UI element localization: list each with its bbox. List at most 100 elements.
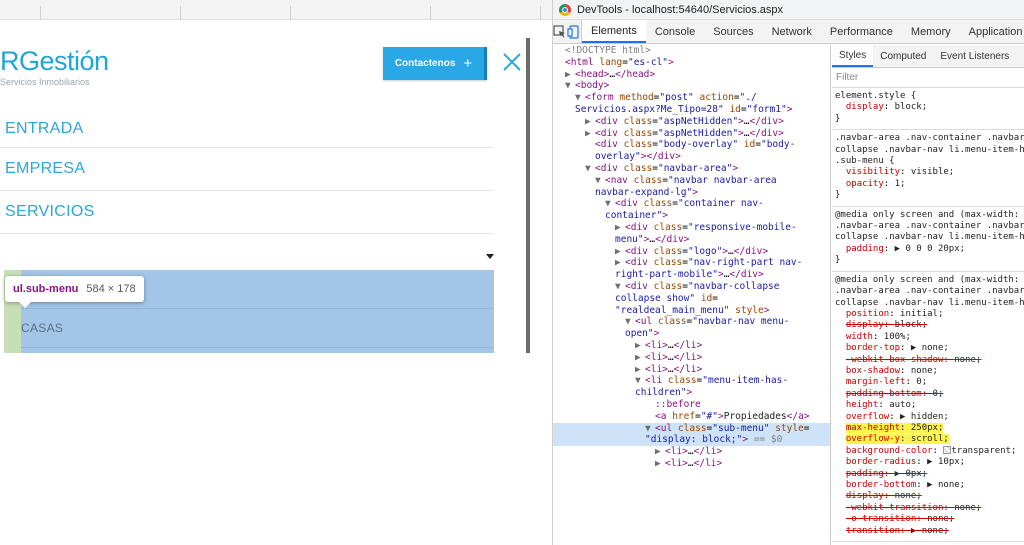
collapse-arrow-icon[interactable]: ▶	[585, 128, 595, 140]
menu-item-servicios[interactable]: SERVICIOS	[0, 191, 494, 234]
collapse-arrow-icon[interactable]: ▶	[585, 116, 595, 128]
dom-node[interactable]: ▼ <div class="container nav- container">	[553, 198, 830, 222]
collapse-arrow-icon[interactable]: ▶	[615, 257, 625, 269]
dom-node-markup: <form method="post" action="./ Servicios…	[575, 92, 793, 115]
expand-arrow-icon[interactable]: ▼	[585, 163, 595, 175]
ruler-tick	[180, 6, 181, 20]
menu-item-entrada[interactable]: ENTRADA	[0, 110, 494, 148]
collapse-arrow-icon[interactable]: ▶	[635, 340, 645, 352]
page-viewport: RGestión Servicios Inmobiliarios Contact…	[0, 0, 552, 545]
style-rules-list: element.style { display: block; } .navbar…	[832, 88, 1024, 543]
expand-arrow-icon[interactable]: ▼	[625, 316, 635, 328]
tab-console[interactable]: Console	[646, 20, 704, 43]
collapse-arrow-icon[interactable]: ▶	[655, 446, 665, 458]
dom-node[interactable]: <a href="#">Propiedades</a>	[553, 411, 830, 423]
device-toolbar-icon[interactable]	[567, 20, 582, 43]
dom-node[interactable]: ▼ <div class="navbar-collapse collapse sh…	[553, 281, 830, 316]
dom-node[interactable]: ▶ <div class="nav-right-part nav- right-p…	[553, 257, 830, 281]
expand-arrow-icon[interactable]: ▼	[605, 198, 615, 210]
contact-button[interactable]: Contactenos +	[383, 47, 487, 80]
dom-node[interactable]: ▼ <li class="menu-item-has- children">	[553, 375, 830, 399]
styles-panel: Styles Computed Event Listeners Filter e…	[832, 45, 1024, 545]
collapse-arrow-icon[interactable]: ▶	[635, 352, 645, 364]
dom-node[interactable]: ▶ <div class="logo">…</div>	[553, 246, 830, 258]
tab-elements[interactable]: Elements	[582, 20, 646, 43]
dom-node[interactable]: ::before	[553, 399, 830, 411]
dom-node-markup: <li>…</li>	[645, 363, 703, 375]
devtools-titlebar: DevTools - localhost:54640/Servicios.asp…	[553, 0, 1024, 20]
screen: RGestión Servicios Inmobiliarios Contact…	[0, 0, 1024, 545]
css-rule[interactable]: .navbar-area .nav-container .navbar- col…	[832, 130, 1024, 207]
tab-network[interactable]: Network	[763, 20, 821, 43]
dom-node-markup: <div class="responsive-mobile- menu">…</…	[615, 221, 797, 245]
styles-filter-input[interactable]: Filter	[832, 68, 1024, 88]
tab-performance[interactable]: Performance	[821, 20, 902, 43]
dom-node-markup: <ul class="sub-menu" style= "display: bl…	[645, 422, 810, 446]
dom-node-markup: <li class="menu-item-has- children">	[635, 375, 789, 399]
tab-application[interactable]: Application	[960, 20, 1024, 43]
dom-node[interactable]: ▼ <nav class="navbar navbar-area navbar-e…	[553, 175, 830, 199]
menu-item-propiedades[interactable]	[0, 240, 494, 270]
inspect-element-icon[interactable]	[553, 20, 567, 43]
dom-node[interactable]: ▶ <li>…</li>	[553, 352, 830, 364]
menu-item-empresa[interactable]: EMPRESA	[0, 148, 494, 191]
logo[interactable]: RGestión Servicios Inmobiliarios	[0, 46, 130, 88]
dom-node[interactable]: <!DOCTYPE html>	[553, 45, 830, 57]
inspect-tooltip: ul.sub-menu 584 × 178	[5, 276, 144, 308]
css-rule[interactable]: @media only screen and (max-width: 991px…	[832, 207, 1024, 272]
css-rule[interactable]: @media only screen and (max-width: 991px…	[832, 272, 1024, 543]
collapse-arrow-icon[interactable]: ▶	[565, 69, 575, 81]
expand-arrow-icon[interactable]: ▼	[645, 423, 655, 435]
caret-down-icon[interactable]	[486, 254, 494, 259]
dom-node-markup: ::before	[655, 398, 701, 410]
submenu-item-casas[interactable]: CASAS	[21, 309, 494, 348]
expand-arrow-icon[interactable]: ▼	[595, 175, 605, 187]
tooltip-element-name: ul.sub-menu	[13, 283, 79, 295]
logo-tagline: Servicios Inmobiliarios	[0, 77, 90, 87]
tab-event-listeners[interactable]: Event Listeners	[933, 45, 1016, 67]
dom-node[interactable]: ▶ <div class="aspNetHidden">…</div>	[553, 128, 830, 140]
expand-arrow-icon[interactable]: ▼	[615, 281, 625, 293]
tab-sources[interactable]: Sources	[704, 20, 762, 43]
close-icon[interactable]	[500, 50, 524, 74]
dom-node-markup: <!DOCTYPE html>	[565, 45, 651, 56]
tab-memory[interactable]: Memory	[902, 20, 960, 43]
tab-styles[interactable]: Styles	[832, 45, 874, 67]
ruler-tick	[40, 6, 41, 20]
dom-node[interactable]: ▼ <form method="post" action="./ Servicio…	[553, 92, 830, 116]
dom-node[interactable]: <html lang="es-cl">	[553, 57, 830, 69]
logo-prefix: R	[0, 46, 20, 76]
dom-node-markup: <html lang="es-cl">	[565, 56, 674, 68]
dom-node[interactable]: ▼ <div class="navbar-area">	[553, 163, 830, 175]
dom-node[interactable]: <div class="body-overlay" id="body- over…	[553, 139, 830, 163]
dom-node[interactable]: ▶ <head>…</head>	[553, 69, 830, 81]
dom-node-markup: <li>…</li>	[645, 351, 703, 363]
dom-node[interactable]: ▶ <li>…</li>	[553, 340, 830, 352]
css-rule[interactable]: element.style { display: block; }	[832, 88, 1024, 131]
dom-node-markup: <head>…</head>	[575, 68, 656, 80]
collapse-arrow-icon[interactable]: ▶	[655, 458, 665, 470]
dom-node[interactable]: ▶ <li>…</li>	[553, 364, 830, 376]
dom-node-markup: <ul class="navbar-nav menu- open">	[625, 316, 790, 340]
contact-button-label: Contactenos	[394, 58, 456, 69]
dom-node[interactable]: ▶ <li>…</li>	[553, 446, 830, 458]
expand-arrow-icon[interactable]: ▼	[635, 375, 645, 387]
dom-node-markup: <li>…</li>	[665, 446, 723, 458]
tab-computed[interactable]: Computed	[873, 45, 933, 67]
dom-node-selected[interactable]: ▼ <ul class="sub-menu" style= "display: b…	[553, 422, 830, 447]
dom-node[interactable]: ▼ <ul class="navbar-nav menu- open">	[553, 316, 830, 340]
ruler-tick	[290, 6, 291, 20]
ruler-tick	[540, 6, 541, 20]
expand-arrow-icon[interactable]: ▼	[565, 80, 575, 92]
dom-node-markup: <div class="nav-right-part nav- right-pa…	[615, 257, 803, 281]
dom-node[interactable]: ▼ <body>	[553, 80, 830, 92]
styles-tabbar: Styles Computed Event Listeners	[832, 45, 1024, 68]
dom-node[interactable]: ▶ <div class="aspNetHidden">…</div>	[553, 116, 830, 128]
dom-node-markup: <li>…</li>	[665, 457, 723, 469]
collapse-arrow-icon[interactable]: ▶	[615, 246, 625, 258]
collapse-arrow-icon[interactable]: ▶	[615, 222, 625, 234]
dom-node[interactable]: ▶ <li>…</li>	[553, 458, 830, 470]
dom-node[interactable]: ▶ <div class="responsive-mobile- menu">…<…	[553, 222, 830, 246]
expand-arrow-icon[interactable]: ▼	[575, 92, 585, 104]
collapse-arrow-icon[interactable]: ▶	[635, 364, 645, 376]
